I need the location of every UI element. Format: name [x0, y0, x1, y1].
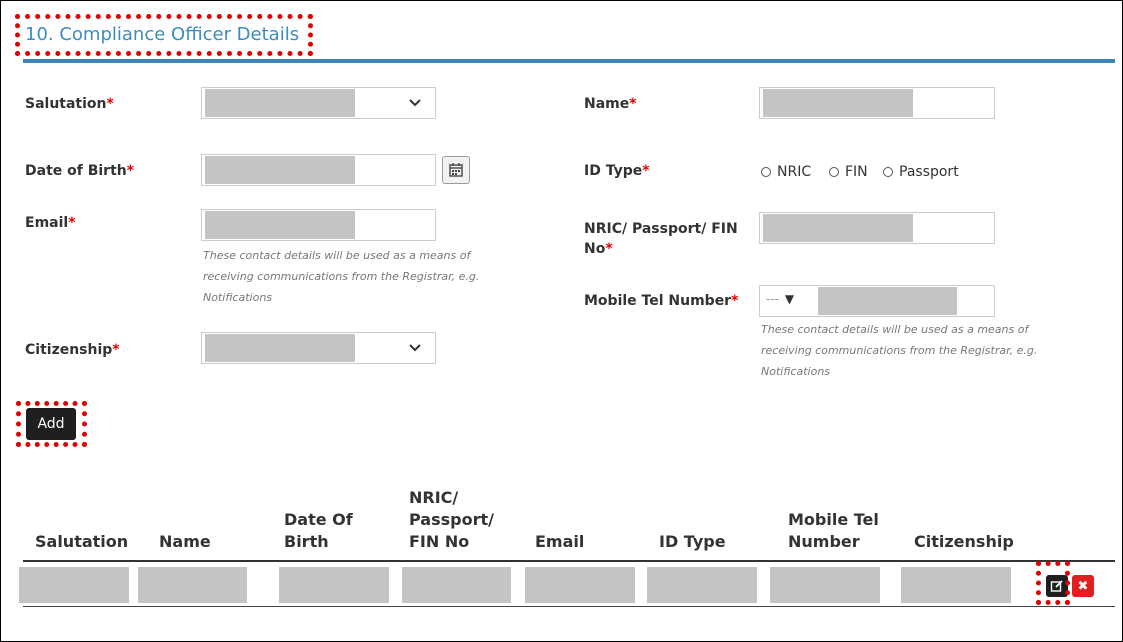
column-header-citizenship: Citizenship: [914, 532, 1014, 551]
radio-circle[interactable]: [761, 167, 771, 177]
column-header-date-of-birth: Date Of Birth: [284, 510, 353, 551]
salutation-select[interactable]: [201, 87, 436, 119]
radio-circle[interactable]: [829, 167, 839, 177]
table-row-divider: [23, 606, 1115, 607]
radio-passport[interactable]: Passport: [883, 164, 959, 180]
name-input[interactable]: [759, 87, 995, 119]
column-header-id-number: NRIC/ Passport/ FIN No: [409, 488, 494, 551]
redacted-value: [205, 89, 355, 117]
redacted-value: [763, 89, 913, 117]
mobile-input-group: --- ▼: [759, 285, 995, 317]
radio-fin[interactable]: FIN: [829, 164, 868, 180]
mobile-label: Mobile Tel Number*: [584, 293, 739, 309]
name-label: Name*: [584, 96, 637, 112]
id-number-input[interactable]: [759, 212, 995, 244]
delete-button[interactable]: ✖: [1072, 575, 1094, 597]
edit-button[interactable]: [1046, 575, 1068, 597]
section-title: 10. Compliance Officer Details: [25, 24, 300, 45]
add-button[interactable]: Add: [26, 408, 76, 440]
title-underline: [23, 59, 1115, 63]
email-hint: These contact details will be used as a …: [203, 249, 480, 304]
salutation-label: Salutation*: [25, 96, 114, 112]
edit-icon: [1050, 580, 1063, 592]
table-cell: [138, 567, 247, 603]
table-cell: [19, 567, 129, 603]
table-cell: [279, 567, 389, 603]
id-number-label: NRIC/ Passport/ FIN No*: [584, 221, 738, 257]
table-cell: [647, 567, 757, 603]
delete-icon: ✖: [1077, 578, 1089, 594]
table-header-divider: [23, 560, 1115, 562]
redacted-value: [818, 287, 957, 315]
dob-input[interactable]: [201, 154, 436, 186]
caret-down-icon: ▼: [784, 292, 795, 306]
form-panel: 10. Compliance Officer Details Salutatio…: [0, 0, 1123, 642]
column-header-mobile: Mobile Tel Number: [788, 510, 879, 551]
date-picker-button[interactable]: [442, 156, 470, 184]
table-cell: [525, 567, 635, 603]
email-input[interactable]: [201, 209, 436, 241]
mobile-hint: These contact details will be used as a …: [761, 323, 1038, 378]
email-label: Email*: [25, 215, 76, 231]
chevron-down-icon: [409, 344, 421, 352]
calendar-icon: [449, 163, 463, 177]
chevron-down-icon: [409, 99, 421, 107]
radio-nric[interactable]: NRIC: [761, 164, 811, 180]
redacted-value: [205, 334, 355, 362]
citizenship-select[interactable]: [201, 332, 436, 364]
column-header-email: Email: [535, 532, 585, 551]
redacted-value: [205, 211, 355, 239]
dob-label: Date of Birth*: [25, 163, 135, 179]
country-code-select[interactable]: --- ▼: [766, 292, 794, 306]
redacted-value: [205, 156, 355, 184]
column-header-salutation: Salutation: [35, 532, 129, 551]
table-cell: [901, 567, 1011, 603]
table-cell: [402, 567, 511, 603]
table-cell: [770, 567, 880, 603]
id-type-label: ID Type*: [584, 163, 650, 179]
column-header-id-type: ID Type: [659, 532, 726, 551]
radio-circle[interactable]: [883, 167, 893, 177]
redacted-value: [763, 214, 913, 242]
column-header-name: Name: [159, 532, 211, 551]
citizenship-label: Citizenship*: [25, 342, 120, 358]
